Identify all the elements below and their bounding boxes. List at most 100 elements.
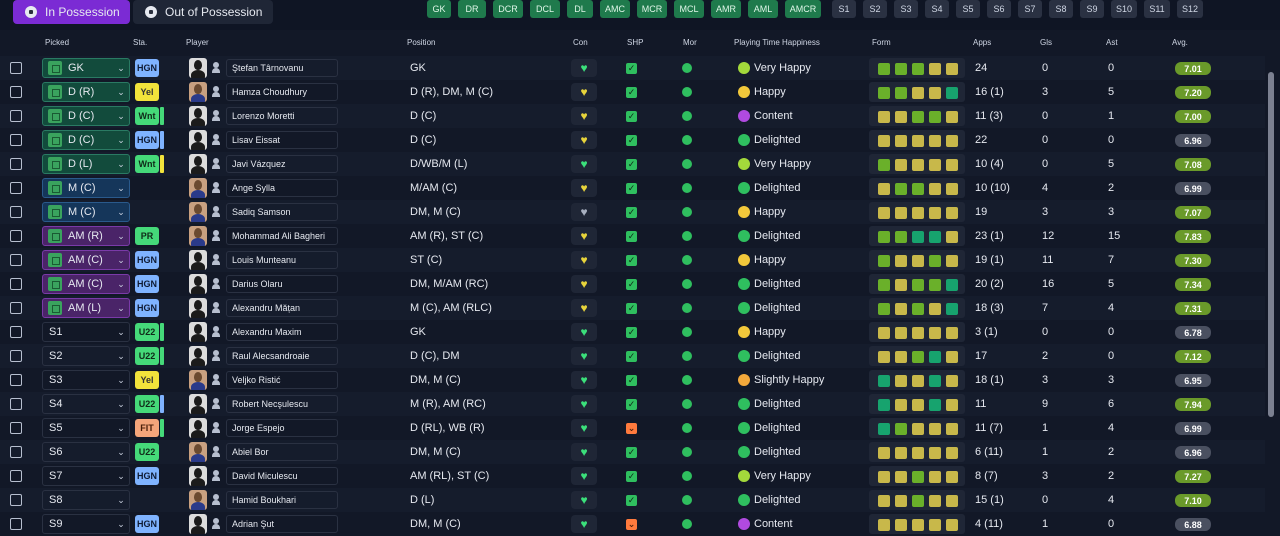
row-checkbox[interactable]: [10, 518, 22, 530]
position-button-mcl[interactable]: MCL: [674, 0, 704, 18]
row-checkbox[interactable]: [10, 134, 22, 146]
table-row[interactable]: AM (C) ⌄ HGN Louis Munteanu ST (C) ♥ ✓ Happy 19 …: [0, 248, 1265, 272]
player-name[interactable]: Darius Olaru: [226, 275, 338, 293]
picked-dropdown[interactable]: S2 ⌄: [42, 346, 130, 366]
col-player[interactable]: Player: [186, 38, 209, 47]
picked-dropdown[interactable]: GK ⌄: [42, 58, 130, 78]
player-name[interactable]: Javi Vázquez: [226, 155, 338, 173]
table-row[interactable]: AM (R) ⌄ PR Mohammad Ali Bagheri AM (R), ST …: [0, 224, 1265, 248]
picked-dropdown[interactable]: M (C) ⌄: [42, 178, 130, 198]
position-button-s5[interactable]: S5: [956, 0, 980, 18]
table-row[interactable]: S4 ⌄ U22 Robert Necşulescu M (R), AM (RC) ♥ ✓ D…: [0, 392, 1265, 416]
picked-dropdown[interactable]: S8 ⌄: [42, 490, 130, 510]
position-button-s3[interactable]: S3: [894, 0, 918, 18]
position-button-dcr[interactable]: DCR: [493, 0, 523, 18]
col-mor[interactable]: Mor: [683, 38, 697, 47]
table-row[interactable]: D (C) ⌄ HGN Lisav Eissat D (C) ♥ ✓ Delighted 22 0…: [0, 128, 1265, 152]
player-name[interactable]: Alexandru Mățan: [226, 299, 338, 317]
player-name[interactable]: Lorenzo Moretti: [226, 107, 338, 125]
row-checkbox[interactable]: [10, 350, 22, 362]
picked-dropdown[interactable]: AM (R) ⌄: [42, 226, 130, 246]
row-checkbox[interactable]: [10, 62, 22, 74]
picked-dropdown[interactable]: AM (C) ⌄: [42, 250, 130, 270]
picked-dropdown[interactable]: S9 ⌄: [42, 514, 130, 534]
row-checkbox[interactable]: [10, 110, 22, 122]
table-row[interactable]: AM (L) ⌄ HGN Alexandru Mățan M (C), AM (RLC)…: [0, 296, 1265, 320]
picked-dropdown[interactable]: AM (C) ⌄: [42, 274, 130, 294]
player-name[interactable]: David Miculescu: [226, 467, 338, 485]
table-row[interactable]: S8 ⌄ Hamid Boukhari D (L) ♥ ✓ Delighted 15 (1) 0…: [0, 488, 1265, 512]
player-name[interactable]: Raul Alecsandroaie: [226, 347, 338, 365]
row-checkbox[interactable]: [10, 254, 22, 266]
row-checkbox[interactable]: [10, 494, 22, 506]
player-name[interactable]: Hamid Boukhari: [226, 491, 338, 509]
table-row[interactable]: M (C) ⌄ Sadiq Samson DM, M (C) ♥ ✓ Happy 19 3 3 7.…: [0, 200, 1265, 224]
picked-dropdown[interactable]: S6 ⌄: [42, 442, 130, 462]
position-button-gk[interactable]: GK: [427, 0, 451, 18]
table-row[interactable]: S9 ⌄ HGN Adrian Şut DM, M (C) ♥ ⌄ Content 4 (11)…: [0, 512, 1265, 536]
row-checkbox[interactable]: [10, 278, 22, 290]
row-checkbox[interactable]: [10, 446, 22, 458]
picked-dropdown[interactable]: S5 ⌄: [42, 418, 130, 438]
row-checkbox[interactable]: [10, 422, 22, 434]
player-name[interactable]: Mohammad Ali Bagheri: [226, 227, 338, 245]
scrollbar[interactable]: [1268, 72, 1274, 417]
col-sta[interactable]: Sta.: [133, 38, 147, 47]
row-checkbox[interactable]: [10, 230, 22, 242]
player-name[interactable]: Robert Necşulescu: [226, 395, 338, 413]
position-button-mcr[interactable]: MCR: [637, 0, 667, 18]
position-button-aml[interactable]: AML: [748, 0, 778, 18]
picked-dropdown[interactable]: S3 ⌄: [42, 370, 130, 390]
player-name[interactable]: Hamza Choudhury: [226, 83, 338, 101]
position-button-s11[interactable]: S11: [1144, 0, 1170, 18]
table-row[interactable]: D (R) ⌄ Yel Hamza Choudhury D (R), DM, M (C)…: [0, 80, 1265, 104]
picked-dropdown[interactable]: S7 ⌄: [42, 466, 130, 486]
picked-dropdown[interactable]: M (C) ⌄: [42, 202, 130, 222]
position-button-amr[interactable]: AMR: [711, 0, 741, 18]
table-row[interactable]: S5 ⌄ FIT Jorge Espejo D (RL), WB (R) ♥ ⌄ Deligh…: [0, 416, 1265, 440]
col-picked[interactable]: Picked: [45, 38, 69, 47]
table-row[interactable]: S7 ⌄ HGN David Miculescu AM (RL), ST (C) ♥ ✓ Ve…: [0, 464, 1265, 488]
tab-out-of-possession[interactable]: Out of Possession: [133, 0, 273, 24]
table-row[interactable]: AM (C) ⌄ HGN Darius Olaru DM, M/AM (RC) ♥ ✓ Del…: [0, 272, 1265, 296]
col-form[interactable]: Form: [872, 38, 891, 47]
col-avg[interactable]: Avg.: [1172, 38, 1188, 47]
position-button-s10[interactable]: S10: [1111, 0, 1137, 18]
table-row[interactable]: S2 ⌄ U22 Raul Alecsandroaie D (C), DM ♥ ✓ Delig…: [0, 344, 1265, 368]
position-button-s2[interactable]: S2: [863, 0, 887, 18]
position-button-s7[interactable]: S7: [1018, 0, 1042, 18]
player-name[interactable]: Alexandru Maxim: [226, 323, 338, 341]
row-checkbox[interactable]: [10, 206, 22, 218]
player-name[interactable]: Jorge Espejo: [226, 419, 338, 437]
player-name[interactable]: Veljko Ristić: [226, 371, 338, 389]
col-shp[interactable]: SHP: [627, 38, 643, 47]
position-button-dr[interactable]: DR: [458, 0, 486, 18]
position-button-s4[interactable]: S4: [925, 0, 949, 18]
picked-dropdown[interactable]: D (L) ⌄: [42, 154, 130, 174]
position-button-s9[interactable]: S9: [1080, 0, 1104, 18]
row-checkbox[interactable]: [10, 470, 22, 482]
player-name[interactable]: Louis Munteanu: [226, 251, 338, 269]
player-name[interactable]: Lisav Eissat: [226, 131, 338, 149]
picked-dropdown[interactable]: S1 ⌄: [42, 322, 130, 342]
col-gls[interactable]: Gls: [1040, 38, 1052, 47]
col-position[interactable]: Position: [407, 38, 435, 47]
tab-in-possession[interactable]: In Possession: [13, 0, 130, 24]
col-happiness[interactable]: Playing Time Happiness: [734, 38, 820, 47]
table-row[interactable]: M (C) ⌄ Ange Sylla M/AM (C) ♥ ✓ Delighted 10 (1…: [0, 176, 1265, 200]
position-button-dcl[interactable]: DCL: [530, 0, 560, 18]
position-button-s12[interactable]: S12: [1177, 0, 1203, 18]
position-button-amcr[interactable]: AMCR: [785, 0, 821, 18]
position-button-amc[interactable]: AMC: [600, 0, 630, 18]
player-name[interactable]: Adrian Şut: [226, 515, 338, 533]
picked-dropdown[interactable]: AM (L) ⌄: [42, 298, 130, 318]
table-row[interactable]: D (L) ⌄ Wnt Javi Vázquez D/WB/M (L) ♥ ✓ Very Ha…: [0, 152, 1265, 176]
position-button-s6[interactable]: S6: [987, 0, 1011, 18]
table-row[interactable]: S1 ⌄ U22 Alexandru Maxim GK ♥ ✓ Happy 3 (1) 0 0 6.7…: [0, 320, 1265, 344]
row-checkbox[interactable]: [10, 302, 22, 314]
table-row[interactable]: S6 ⌄ U22 Abiel Bor DM, M (C) ♥ ✓ Delighted 6 (11…: [0, 440, 1265, 464]
table-row[interactable]: D (C) ⌄ Wnt Lorenzo Moretti D (C) ♥ ✓ Content 11…: [0, 104, 1265, 128]
player-name[interactable]: Ştefan Târnovanu: [226, 59, 338, 77]
position-button-s1[interactable]: S1: [832, 0, 856, 18]
player-name[interactable]: Ange Sylla: [226, 179, 338, 197]
